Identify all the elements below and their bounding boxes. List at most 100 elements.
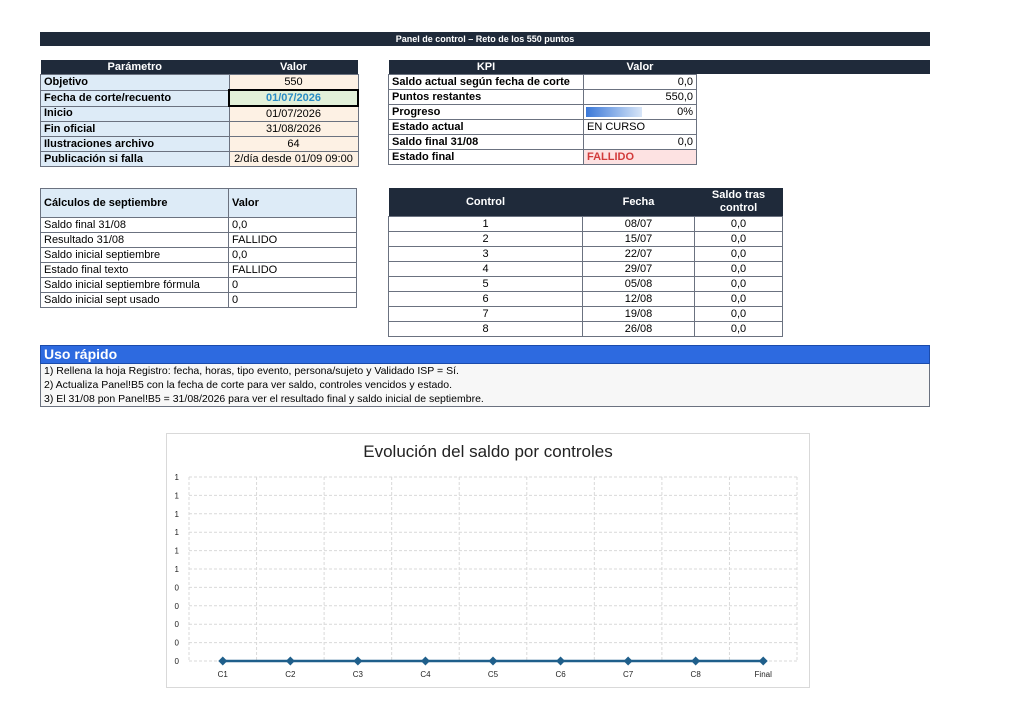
quick-use-line: 2) Actualiza Panel!B5 con la fecha de co…	[40, 378, 930, 392]
param-value[interactable]: 550	[228, 74, 359, 91]
sept-value[interactable]: 0,0	[228, 247, 357, 263]
table-row: 8 26/08 0,0	[388, 321, 783, 337]
control-number[interactable]: 2	[388, 231, 583, 247]
control-balance[interactable]: 0,0	[694, 216, 783, 232]
y-tick-label: 0	[175, 657, 180, 666]
y-tick-label: 0	[175, 602, 180, 611]
control-number[interactable]: 8	[388, 321, 583, 337]
control-date[interactable]: 15/07	[582, 231, 695, 247]
control-date[interactable]: 12/08	[582, 291, 695, 307]
y-tick-label: 0	[175, 639, 180, 648]
control-date[interactable]: 22/07	[582, 246, 695, 262]
y-tick-label: 1	[175, 491, 180, 500]
table-row: Saldo final 31/08 0,0	[388, 134, 697, 150]
sept-value[interactable]: 0	[228, 277, 357, 293]
x-tick-label: C8	[691, 670, 702, 679]
control-date[interactable]: 26/08	[582, 321, 695, 337]
control-number[interactable]: 4	[388, 261, 583, 277]
table-row: Estado actual EN CURSO	[388, 119, 697, 135]
control-number[interactable]: 6	[388, 291, 583, 307]
final-status-badge[interactable]: FALLIDO	[583, 149, 697, 165]
kpi-value[interactable]: 0,0	[583, 74, 697, 90]
cutoff-date-cell[interactable]: 01/07/2026	[228, 89, 359, 107]
control-date[interactable]: 29/07	[582, 261, 695, 277]
x-tick-label: Final	[755, 670, 773, 679]
control-header: Control	[388, 188, 583, 217]
kpi-header-extension	[697, 60, 930, 74]
sept-value[interactable]: FALLIDO	[228, 262, 357, 278]
param-name: Objetivo	[40, 74, 230, 91]
control-balance[interactable]: 0,0	[694, 321, 783, 337]
y-tick-label: 1	[175, 565, 180, 574]
september-calc-table: Cálculos de septiembre Valor Saldo final…	[40, 188, 357, 308]
x-tick-label: C2	[285, 670, 296, 679]
data-point	[623, 656, 633, 666]
table-row: Progreso 0%	[388, 104, 697, 120]
y-tick-label: 1	[175, 473, 180, 482]
control-balance[interactable]: 0,0	[694, 261, 783, 277]
param-name: Ilustraciones archivo	[40, 136, 230, 152]
y-tick-label: 1	[175, 547, 180, 556]
table-row: 6 12/08 0,0	[388, 291, 783, 307]
x-tick-label: C1	[218, 670, 229, 679]
kpi-name: Progreso	[388, 104, 584, 120]
sept-name: Resultado 31/08	[40, 232, 229, 248]
y-tick-label: 1	[175, 528, 180, 537]
x-tick-label: C7	[623, 670, 634, 679]
balance-header: Saldo tras control	[694, 188, 783, 217]
progress-cell[interactable]: 0%	[583, 104, 697, 120]
chart-plot: 0 0 0 0 0 1 1 1 1 1 1 C1 C2 C3 C4 C5 C6 C7 C8 Final	[175, 473, 798, 679]
table-row: Saldo inicial sept usado 0	[40, 292, 357, 308]
sept-name: Estado final texto	[40, 262, 229, 278]
table-row: Ilustraciones archivo 64	[40, 136, 359, 152]
sept-value[interactable]: FALLIDO	[228, 232, 357, 248]
param-name: Publicación si falla	[40, 151, 230, 167]
param-name: Inicio	[40, 105, 230, 122]
table-row: Saldo inicial septiembre 0,0	[40, 247, 357, 263]
date-header: Fecha	[582, 188, 695, 217]
progress-bar	[586, 107, 642, 117]
table-row: Puntos restantes 550,0	[388, 89, 697, 105]
control-date[interactable]: 05/08	[582, 276, 695, 292]
param-value[interactable]: 64	[228, 136, 359, 152]
sept-value[interactable]: 0	[228, 292, 357, 308]
sept-header-value: Valor	[228, 188, 357, 218]
table-row: Estado final texto FALLIDO	[40, 262, 357, 278]
table-row: Saldo final 31/08 0,0	[40, 217, 357, 233]
control-date[interactable]: 19/08	[582, 306, 695, 322]
data-point	[556, 656, 566, 666]
control-balance[interactable]: 0,0	[694, 291, 783, 307]
control-number[interactable]: 1	[388, 216, 583, 232]
data-point	[218, 656, 228, 666]
control-number[interactable]: 7	[388, 306, 583, 322]
table-row: 2 15/07 0,0	[388, 231, 783, 247]
y-tick-label: 0	[175, 583, 180, 592]
x-tick-label: C5	[488, 670, 499, 679]
kpi-value[interactable]: EN CURSO	[583, 119, 697, 135]
control-date[interactable]: 08/07	[582, 216, 695, 232]
kpi-name: Puntos restantes	[388, 89, 584, 105]
kpi-name: Saldo actual según fecha de corte	[388, 74, 584, 90]
table-row: 5 05/08 0,0	[388, 276, 783, 292]
param-value[interactable]: 31/08/2026	[228, 121, 359, 137]
quick-use-panel: Uso rápido 1) Rellena la hoja Registro: …	[40, 345, 930, 407]
kpi-name: Estado final	[388, 149, 584, 165]
param-value[interactable]: 01/07/2026	[228, 105, 359, 122]
kpi-name: Estado actual	[388, 119, 584, 135]
sept-value[interactable]: 0,0	[228, 217, 357, 233]
value-header: Valor	[583, 60, 697, 75]
control-balance[interactable]: 0,0	[694, 231, 783, 247]
control-balance[interactable]: 0,0	[694, 276, 783, 292]
control-balance[interactable]: 0,0	[694, 246, 783, 262]
kpi-value[interactable]: 550,0	[583, 89, 697, 105]
control-balance[interactable]: 0,0	[694, 306, 783, 322]
control-number[interactable]: 3	[388, 246, 583, 262]
param-value[interactable]: 2/día desde 01/09 09:00	[228, 151, 359, 167]
kpi-table: KPI Valor Saldo actual según fecha de co…	[388, 60, 697, 165]
kpi-value[interactable]: 0,0	[583, 134, 697, 150]
kpi-header: KPI	[388, 60, 584, 75]
control-number[interactable]: 5	[388, 276, 583, 292]
table-row: Estado final FALLIDO	[388, 149, 697, 165]
sept-name: Saldo inicial sept usado	[40, 292, 229, 308]
kpi-name: Saldo final 31/08	[388, 134, 584, 150]
